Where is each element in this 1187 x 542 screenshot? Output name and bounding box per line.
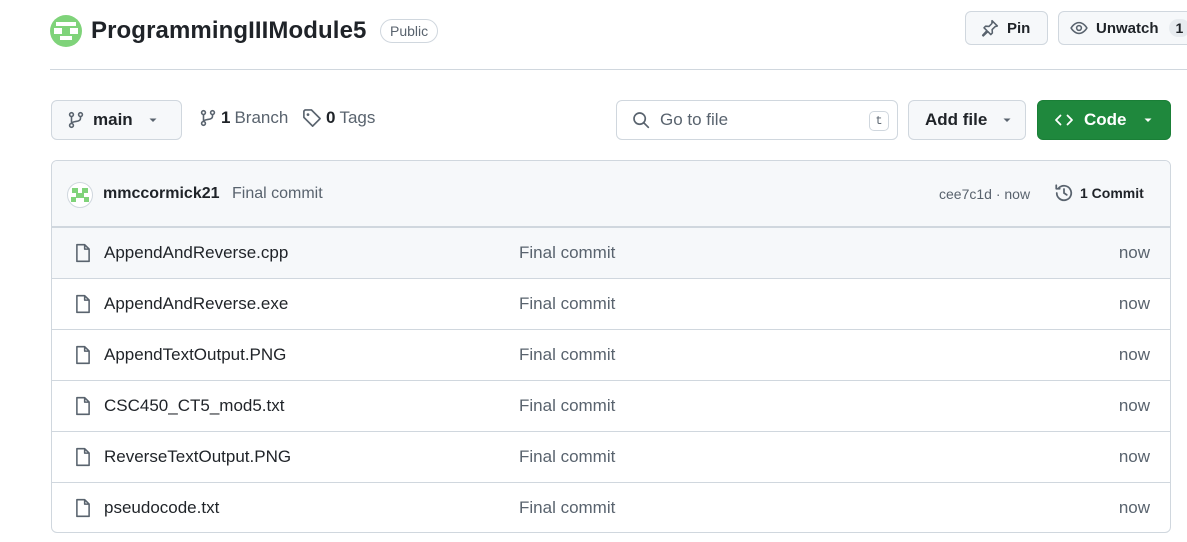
search-input[interactable]	[660, 110, 850, 130]
repo-name[interactable]: ProgrammingIIIModule5	[91, 17, 366, 45]
file-commit-message[interactable]: Final commit	[519, 447, 615, 467]
pin-label: Pin	[1007, 19, 1031, 37]
branches-count: 1	[221, 108, 231, 127]
file-age: now	[1118, 447, 1150, 466]
file-row[interactable]: CSC450_CT5_mod5.txt Final commit now	[52, 380, 1170, 431]
caret-down-icon	[1003, 118, 1011, 122]
unwatch-label: Unwatch	[1096, 19, 1159, 37]
branch-icon	[68, 111, 84, 129]
file-icon	[76, 294, 90, 314]
file-commit-message[interactable]: Final commit	[519, 396, 615, 416]
tag-icon	[303, 109, 321, 127]
file-name[interactable]: AppendTextOutput.PNG	[104, 345, 286, 365]
file-name[interactable]: AppendAndReverse.exe	[104, 294, 288, 314]
file-age: now	[1118, 345, 1150, 364]
file-row[interactable]: AppendAndReverse.exe Final commit now	[52, 278, 1170, 329]
tags-count: 0	[326, 108, 336, 127]
file-row[interactable]: ReverseTextOutput.PNG Final commit now	[52, 431, 1170, 482]
file-name[interactable]: ReverseTextOutput.PNG	[104, 447, 291, 467]
file-icon	[76, 396, 90, 416]
file-age: now	[1118, 294, 1150, 313]
code-icon	[1055, 114, 1073, 126]
owner-avatar[interactable]	[50, 15, 82, 47]
file-name[interactable]: AppendAndReverse.cpp	[104, 243, 288, 263]
file-name[interactable]: pseudocode.txt	[104, 498, 219, 518]
branches-label: Branch	[234, 108, 289, 127]
file-age: now	[1118, 498, 1150, 517]
commit-message[interactable]: Final commit	[232, 185, 323, 203]
file-commit-message[interactable]: Final commit	[519, 498, 615, 518]
pin-icon	[981, 19, 999, 37]
commit-author[interactable]: mmccormick21	[103, 185, 220, 203]
add-file-button[interactable]: Add file	[908, 100, 1026, 140]
search-icon	[633, 112, 650, 129]
branches-link[interactable]: 1 Branch	[199, 108, 288, 128]
history-icon	[1055, 184, 1073, 202]
file-icon	[76, 243, 90, 263]
add-file-label: Add file	[925, 110, 988, 129]
eye-icon	[1070, 21, 1088, 35]
branch-icon	[200, 109, 216, 127]
branch-selector[interactable]: main	[51, 100, 182, 140]
tags-label: Tags	[339, 108, 376, 127]
branch-name: main	[93, 110, 133, 129]
unwatch-button[interactable]: Unwatch 1	[1058, 11, 1187, 45]
file-icon	[76, 498, 90, 518]
watch-count: 1	[1168, 19, 1187, 37]
file-row[interactable]: AppendAndReverse.cpp Final commit now	[52, 227, 1170, 278]
file-commit-message[interactable]: Final commit	[519, 345, 615, 365]
visibility-badge: Public	[380, 19, 439, 43]
file-age: now	[1118, 396, 1150, 415]
go-to-file-search[interactable]: t	[616, 100, 898, 140]
latest-commit-bar: mmccormick21 Final commit cee7c1d · now …	[52, 161, 1170, 227]
file-row[interactable]: pseudocode.txt Final commit now	[52, 482, 1170, 532]
pin-button[interactable]: Pin	[965, 11, 1048, 45]
search-shortcut-key: t	[869, 111, 889, 131]
commits-link[interactable]: 1 Commit	[1054, 183, 1144, 203]
file-icon	[76, 447, 90, 467]
author-avatar[interactable]	[67, 182, 93, 208]
file-commit-message[interactable]: Final commit	[519, 294, 615, 314]
file-icon	[76, 345, 90, 365]
commit-sha-time[interactable]: cee7c1d · now	[939, 186, 1030, 202]
repo-header: ProgrammingIIIModule5 Public Pin Unwatch…	[50, 0, 1187, 70]
file-age: now	[1118, 243, 1150, 262]
code-label: Code	[1084, 110, 1127, 129]
code-button[interactable]: Code	[1037, 100, 1171, 140]
tags-link[interactable]: 0 Tags	[302, 108, 375, 128]
caret-down-icon	[1144, 118, 1151, 122]
file-commit-message[interactable]: Final commit	[519, 243, 615, 263]
caret-down-icon	[149, 118, 157, 122]
file-row[interactable]: AppendTextOutput.PNG Final commit now	[52, 329, 1170, 380]
file-table: mmccormick21 Final commit cee7c1d · now …	[51, 160, 1171, 533]
file-name[interactable]: CSC450_CT5_mod5.txt	[104, 396, 284, 416]
commits-label: 1 Commit	[1080, 185, 1144, 201]
